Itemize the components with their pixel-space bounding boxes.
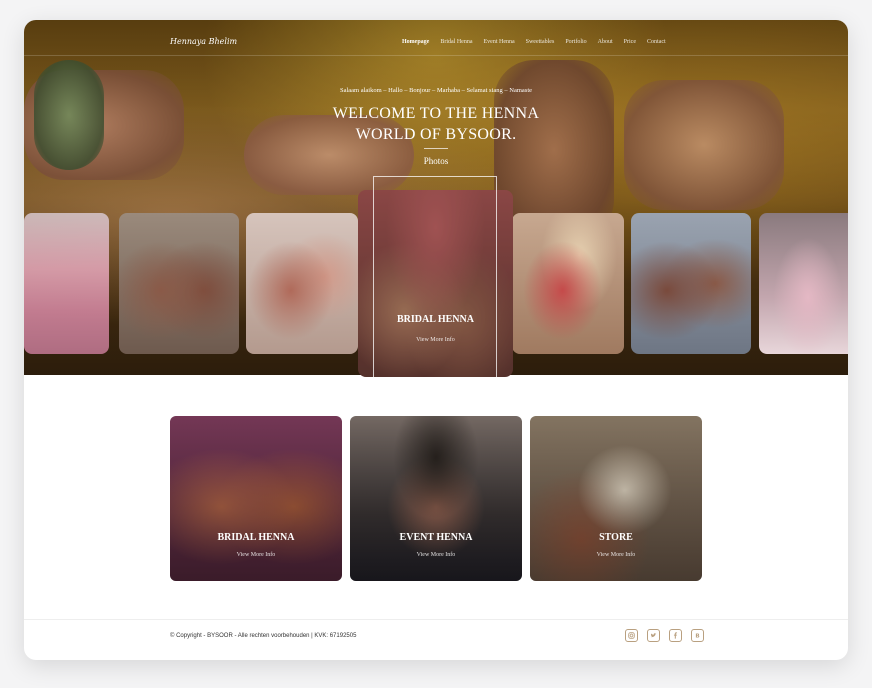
footer-copyright: © Copyright - BYSOOR - Alle rechten voor…: [170, 633, 357, 639]
carousel-card-henna-hands-2[interactable]: [246, 213, 358, 354]
category-card-event-henna[interactable]: EVENT HENNA View More Info: [350, 416, 522, 581]
hero-title: WELCOME TO THE HENNA WORLD OF BYSOOR.: [286, 103, 586, 145]
category-card-bridal-henna[interactable]: BRIDAL HENNA View More Info: [170, 416, 342, 581]
carousel-card-henna-hands-4[interactable]: [631, 213, 751, 354]
blog-icon[interactable]: B: [691, 629, 704, 642]
social-links: B: [625, 629, 704, 642]
top-navbar: Hennaya Bhelim Homepage Bridal Henna Eve…: [24, 20, 848, 56]
hero-greeting: Salaam alaikom – Hallo – Bonjour – Marha…: [339, 87, 533, 94]
nav-item-contact[interactable]: Contact: [647, 39, 666, 45]
hero-title-line1: WELCOME TO THE HENNA: [332, 105, 540, 122]
footer-divider: [24, 619, 848, 620]
carousel-card-henna-hands-1[interactable]: [119, 213, 239, 354]
carousel-card-henna-hands-3[interactable]: [512, 213, 624, 354]
category-view-more-link[interactable]: View More Info: [350, 552, 522, 558]
nav-item-event-henna[interactable]: Event Henna: [483, 39, 514, 45]
hero-hand-right: [624, 80, 784, 210]
category-title: BRIDAL HENNA: [217, 532, 295, 543]
category-view-more-link[interactable]: View More Info: [530, 552, 702, 558]
category-card-store[interactable]: STORE View More Info: [530, 416, 702, 581]
nav-item-price[interactable]: Price: [624, 39, 636, 45]
instagram-icon[interactable]: [625, 629, 638, 642]
svg-text:B: B: [695, 634, 699, 639]
nav-item-bridal-henna[interactable]: Bridal Henna: [440, 39, 472, 45]
hero-subtitle: Photos: [423, 156, 449, 166]
site-logo[interactable]: Hennaya Bhelim: [170, 37, 237, 46]
nav-item-portfolio[interactable]: Portfolio: [565, 39, 586, 45]
category-title: STORE: [599, 532, 633, 543]
nav-item-homepage[interactable]: Homepage: [402, 39, 429, 45]
twitter-icon[interactable]: [647, 629, 660, 642]
category-title: EVENT HENNA: [399, 532, 473, 543]
hero-sleeve-green: [34, 60, 104, 170]
nav-item-sweettables[interactable]: Sweettables: [526, 39, 555, 45]
category-view-more-link[interactable]: View More Info: [170, 552, 342, 558]
nav-item-about[interactable]: About: [598, 39, 613, 45]
browser-window: Hennaya Bhelim Homepage Bridal Henna Eve…: [24, 20, 848, 660]
facebook-icon[interactable]: [669, 629, 682, 642]
carousel-card-candles[interactable]: [759, 213, 848, 354]
main-nav: Homepage Bridal Henna Event Henna Sweett…: [402, 39, 666, 45]
carousel-focus-frame: [373, 176, 497, 391]
carousel-card-macarons[interactable]: [24, 213, 109, 354]
hero-divider: [424, 148, 448, 149]
hero-title-line2: WORLD OF BYSOOR.: [355, 126, 517, 143]
